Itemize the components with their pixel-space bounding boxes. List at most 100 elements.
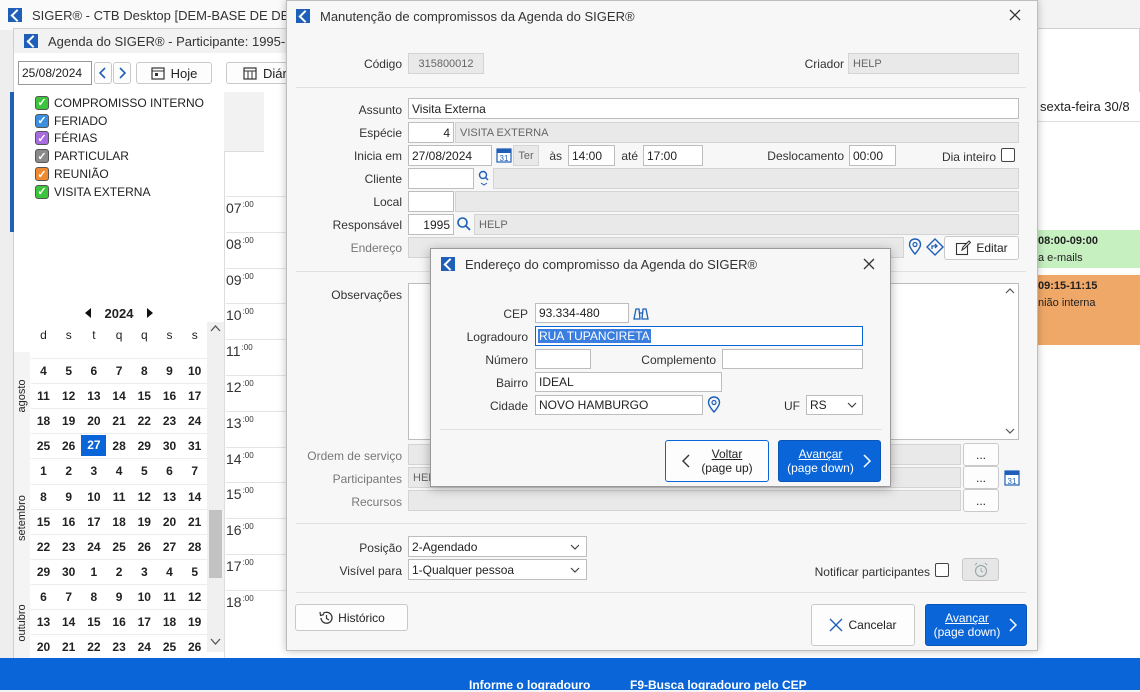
calendar-day[interactable]: 2 xyxy=(107,563,132,582)
category-item[interactable]: ✓ VISITA EXTERNA xyxy=(35,183,225,201)
calendar-day[interactable]: 22 xyxy=(132,412,157,431)
calendar-day[interactable]: 9 xyxy=(157,362,182,381)
calendar-day[interactable]: 25 xyxy=(157,638,182,657)
calendar-day[interactable]: 26 xyxy=(56,437,81,456)
category-checkbox[interactable]: ✓ xyxy=(35,113,49,128)
view-daily-button[interactable]: Diár xyxy=(226,62,290,84)
prev-year-icon[interactable] xyxy=(84,308,92,318)
calendar-day[interactable]: 1 xyxy=(31,462,56,481)
calendar-day[interactable]: 8 xyxy=(81,588,106,607)
bairro-input[interactable]: IDEAL xyxy=(535,372,722,392)
calendar-day[interactable]: 21 xyxy=(182,513,207,532)
calendar-day[interactable]: 18 xyxy=(107,513,132,532)
observacoes-scroll-down-icon[interactable] xyxy=(1002,424,1018,438)
responsavel-search-icon[interactable] xyxy=(456,216,472,232)
calendar-day[interactable]: 3 xyxy=(132,563,157,582)
event-2[interactable]: 09:15-11:15 nião interna xyxy=(1036,275,1140,345)
calendar-day[interactable]: 26 xyxy=(182,638,207,657)
calendar-day[interactable]: 2 xyxy=(56,462,81,481)
calendar-day[interactable]: 23 xyxy=(107,638,132,657)
prev-day-button[interactable] xyxy=(94,62,112,84)
calendar-day[interactable]: 5 xyxy=(56,362,81,381)
calendar-day[interactable]: 24 xyxy=(182,412,207,431)
directions-icon[interactable] xyxy=(926,238,944,256)
calendar-day[interactable]: 14 xyxy=(56,613,81,632)
category-item[interactable]: ✓ FERIADO xyxy=(35,112,225,130)
calendar-day[interactable]: 30 xyxy=(157,437,182,456)
calendar-day[interactable]: 10 xyxy=(81,488,106,507)
calendar-day[interactable]: 18 xyxy=(157,613,182,632)
calendar-day[interactable]: 6 xyxy=(81,362,106,381)
calendar-day[interactable]: 28 xyxy=(182,538,207,557)
calendar-day[interactable]: 1 xyxy=(81,563,106,582)
cep-input[interactable]: 93.334-480 xyxy=(535,303,629,323)
today-button[interactable]: Hoje xyxy=(136,62,212,84)
historico-button[interactable]: Histórico xyxy=(295,604,408,631)
calendar-day[interactable]: 29 xyxy=(31,563,56,582)
calendar-day[interactable]: 5 xyxy=(182,563,207,582)
calendar-day[interactable]: 11 xyxy=(107,488,132,507)
calendar-day[interactable]: 17 xyxy=(182,387,207,406)
calendar-day[interactable]: 12 xyxy=(56,387,81,406)
visivel-select[interactable]: 1-Qualquer pessoa xyxy=(408,559,587,580)
calendar-day[interactable]: 22 xyxy=(81,638,106,657)
calendar-day[interactable]: 24 xyxy=(81,538,106,557)
scroll-thumb[interactable] xyxy=(209,510,222,578)
end-time-input[interactable]: 17:00 xyxy=(643,145,703,166)
calendar-day[interactable]: 4 xyxy=(157,563,182,582)
calendar-day[interactable]: 27 xyxy=(81,435,107,457)
calendar-day[interactable]: 7 xyxy=(182,462,207,481)
category-checkbox[interactable]: ✓ xyxy=(35,184,49,199)
calendar-day[interactable]: 4 xyxy=(31,362,56,381)
calendar-day[interactable]: 19 xyxy=(182,613,207,632)
voltar-button[interactable]: Voltar (page up) xyxy=(665,440,769,482)
address-dialog-close-button[interactable] xyxy=(855,252,883,276)
category-checkbox[interactable]: ✓ xyxy=(35,167,49,182)
date-picker-icon[interactable]: 31 xyxy=(496,147,512,163)
calendar-day[interactable]: 10 xyxy=(132,588,157,607)
especie-code-input[interactable]: 4 xyxy=(408,122,454,143)
calendar-day[interactable]: 9 xyxy=(56,488,81,507)
calendar-day[interactable]: 22 xyxy=(31,538,56,557)
category-item[interactable]: ✓ FÉRIAS xyxy=(35,130,225,148)
uf-select[interactable]: RS xyxy=(806,395,863,415)
calendar-day[interactable]: 23 xyxy=(56,538,81,557)
calendar-day[interactable]: 25 xyxy=(107,538,132,557)
calendar-day[interactable]: 30 xyxy=(56,563,81,582)
event-1[interactable]: 08:00-09:00 a e-mails xyxy=(1036,230,1140,268)
calendar-day[interactable]: 8 xyxy=(132,362,157,381)
calendar-day[interactable]: 16 xyxy=(56,513,81,532)
notificar-checkbox[interactable] xyxy=(935,563,949,577)
calendar-day[interactable]: 4 xyxy=(107,462,132,481)
calendar-day[interactable]: 17 xyxy=(81,513,106,532)
responsavel-code-input[interactable]: 1995 xyxy=(408,214,454,235)
calendar-day[interactable]: 15 xyxy=(31,513,56,532)
cancelar-button[interactable]: Cancelar xyxy=(811,604,915,646)
complemento-input[interactable] xyxy=(722,349,863,369)
calendar-day[interactable]: 20 xyxy=(157,513,182,532)
search-icon[interactable] xyxy=(477,170,491,186)
inicia-date-input[interactable]: 27/08/2024 xyxy=(408,145,492,166)
avancar-button[interactable]: Avançar (page down) xyxy=(925,604,1027,646)
main-dialog-close-button[interactable] xyxy=(1000,2,1030,28)
calendar-day[interactable]: 7 xyxy=(107,362,132,381)
calendar-day[interactable]: 20 xyxy=(81,412,106,431)
calendar-day[interactable]: 14 xyxy=(182,488,207,507)
calendar-day[interactable]: 5 xyxy=(132,462,157,481)
participantes-calendar-icon[interactable]: 31 xyxy=(1004,469,1020,486)
calendar-day[interactable]: 12 xyxy=(132,488,157,507)
cliente-input[interactable] xyxy=(408,168,474,189)
calendar-day[interactable]: 8 xyxy=(31,488,56,507)
numero-input[interactable] xyxy=(535,349,591,369)
calendar-day[interactable]: 23 xyxy=(157,412,182,431)
category-checkbox[interactable]: ✓ xyxy=(35,131,49,146)
calendar-day[interactable]: 17 xyxy=(132,613,157,632)
assunto-input[interactable]: Visita Externa xyxy=(408,98,1019,119)
calendar-day[interactable]: 31 xyxy=(182,437,207,456)
calendar-day[interactable]: 21 xyxy=(56,638,81,657)
calendar-day[interactable]: 16 xyxy=(157,387,182,406)
category-checkbox[interactable]: ✓ xyxy=(35,149,49,164)
category-item[interactable]: ✓ COMPROMISSO INTERNO xyxy=(35,94,225,112)
agenda-date-input[interactable]: 25/08/2024 xyxy=(18,61,92,85)
cidade-map-pin-icon[interactable] xyxy=(707,396,721,414)
